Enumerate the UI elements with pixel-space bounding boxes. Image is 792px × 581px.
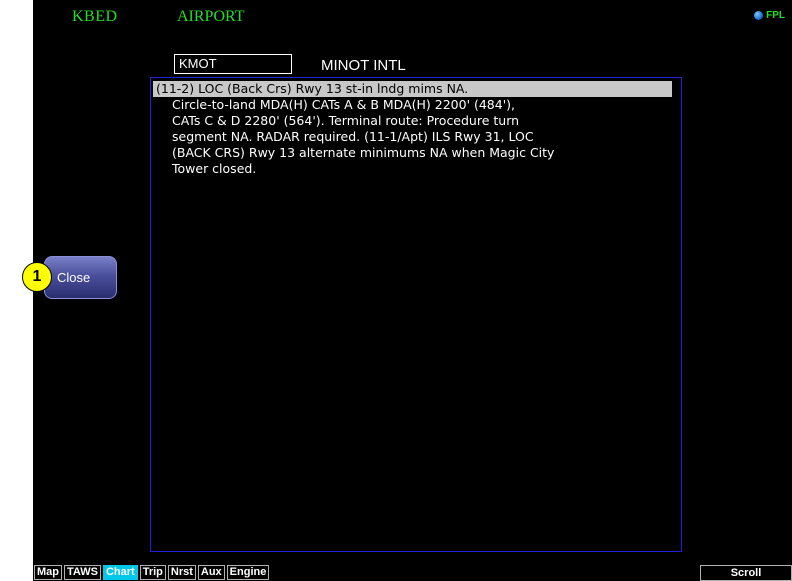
scroll-button[interactable]: Scroll [700,565,792,581]
tab-engine[interactable]: Engine [226,565,270,580]
airport-notes-panel[interactable]: (11-2) LOC (Back Crs) Rwy 13 st-in lndg … [150,77,682,552]
tab-aux[interactable]: Aux [197,565,225,580]
note-selected-line[interactable]: (11-2) LOC (Back Crs) Rwy 13 st-in lndg … [156,81,468,97]
tab-chart[interactable]: Chart [102,565,138,580]
airport-name: MINOT INTL [321,57,406,74]
airport-identifier-field[interactable]: KMOT [174,54,292,74]
header-waypoint-id: KBED [72,8,118,25]
tab-nrst[interactable]: Nrst [167,565,196,580]
close-button-label: Close [57,270,91,285]
header-page-mode: AIRPORT [177,8,245,25]
note-body-text: Circle-to-land MDA(H) CATs A & B MDA(H) … [172,97,555,176]
display-screen: KBED AIRPORT FPL KMOT MINOT INTL (11-2) … [33,0,792,581]
page-tab-bar: Map TAWS Chart Trip Nrst Aux Engine [34,565,270,581]
fpl-label: FPL [766,10,785,21]
tab-taws[interactable]: TAWS [64,565,101,580]
tab-trip[interactable]: Trip [139,565,166,580]
close-button[interactable]: Close [44,256,117,299]
callout-marker: 1 [22,262,52,292]
globe-icon [754,11,764,20]
fpl-indicator: FPL [754,10,785,21]
tab-map[interactable]: Map [34,565,62,580]
